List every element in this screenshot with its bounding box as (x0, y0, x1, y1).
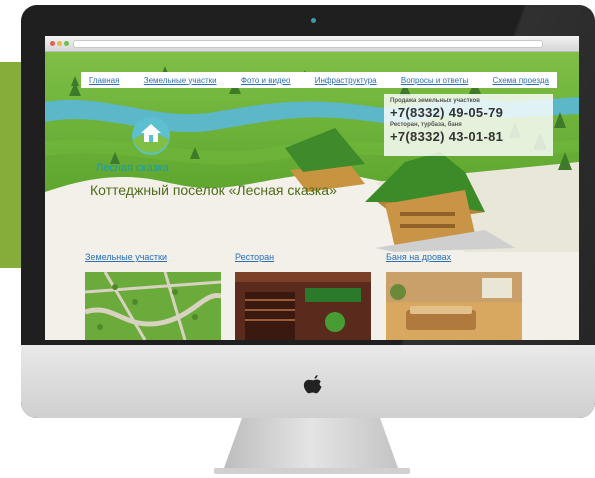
contact-label-sales: Продажа земельных участков (390, 98, 480, 104)
monitor-stand (214, 418, 410, 474)
section-link-land-plots[interactable]: Земельные участки (85, 252, 167, 262)
section-link-sauna[interactable]: Баня на дровах (386, 252, 451, 262)
camera-icon (311, 18, 316, 23)
section-link-restaurant[interactable]: Ресторан (235, 252, 274, 262)
restaurant-thumbnail[interactable] (235, 272, 371, 340)
nav-item-infrastructure[interactable]: Инфраструктура (315, 76, 377, 85)
contact-box: Продажа земельных участков +7(8332) 49-0… (384, 94, 553, 156)
apple-logo-icon (303, 375, 322, 394)
nav-item-directions[interactable]: Схема проезда (493, 76, 549, 85)
side-caption-text (0, 285, 12, 365)
land-plots-thumbnail[interactable] (85, 272, 221, 340)
nav-item-faq[interactable]: Вопросы и ответы (401, 76, 468, 85)
page-headline: Коттеджный поселок «Лесная сказка» (90, 182, 337, 198)
side-banner-text (0, 96, 12, 216)
browser-toolbar (45, 36, 579, 52)
address-bar[interactable] (73, 40, 543, 48)
sauna-thumbnail[interactable] (386, 272, 522, 340)
minimize-dot-icon[interactable] (57, 41, 62, 46)
website-screen: Главная Земельные участки Фото и видео И… (45, 36, 579, 340)
nav-item-home[interactable]: Главная (89, 76, 119, 85)
close-dot-icon[interactable] (50, 41, 55, 46)
contact-label-restaurant: Ресторан, турбаза, баня (390, 122, 462, 128)
nav-item-photo-video[interactable]: Фото и видео (241, 76, 291, 85)
logo-text[interactable]: Лесная сказка (96, 162, 169, 174)
phone-sales[interactable]: +7(8332) 49-05-79 (390, 105, 547, 120)
logo-house-icon[interactable] (131, 116, 171, 156)
maximize-dot-icon[interactable] (64, 41, 69, 46)
main-nav: Главная Земельные участки Фото и видео И… (81, 72, 557, 88)
phone-restaurant[interactable]: +7(8332) 43-01-81 (390, 129, 547, 144)
nav-item-land-plots[interactable]: Земельные участки (144, 76, 217, 85)
mockup-stage: Главная Земельные участки Фото и видео И… (0, 0, 595, 478)
